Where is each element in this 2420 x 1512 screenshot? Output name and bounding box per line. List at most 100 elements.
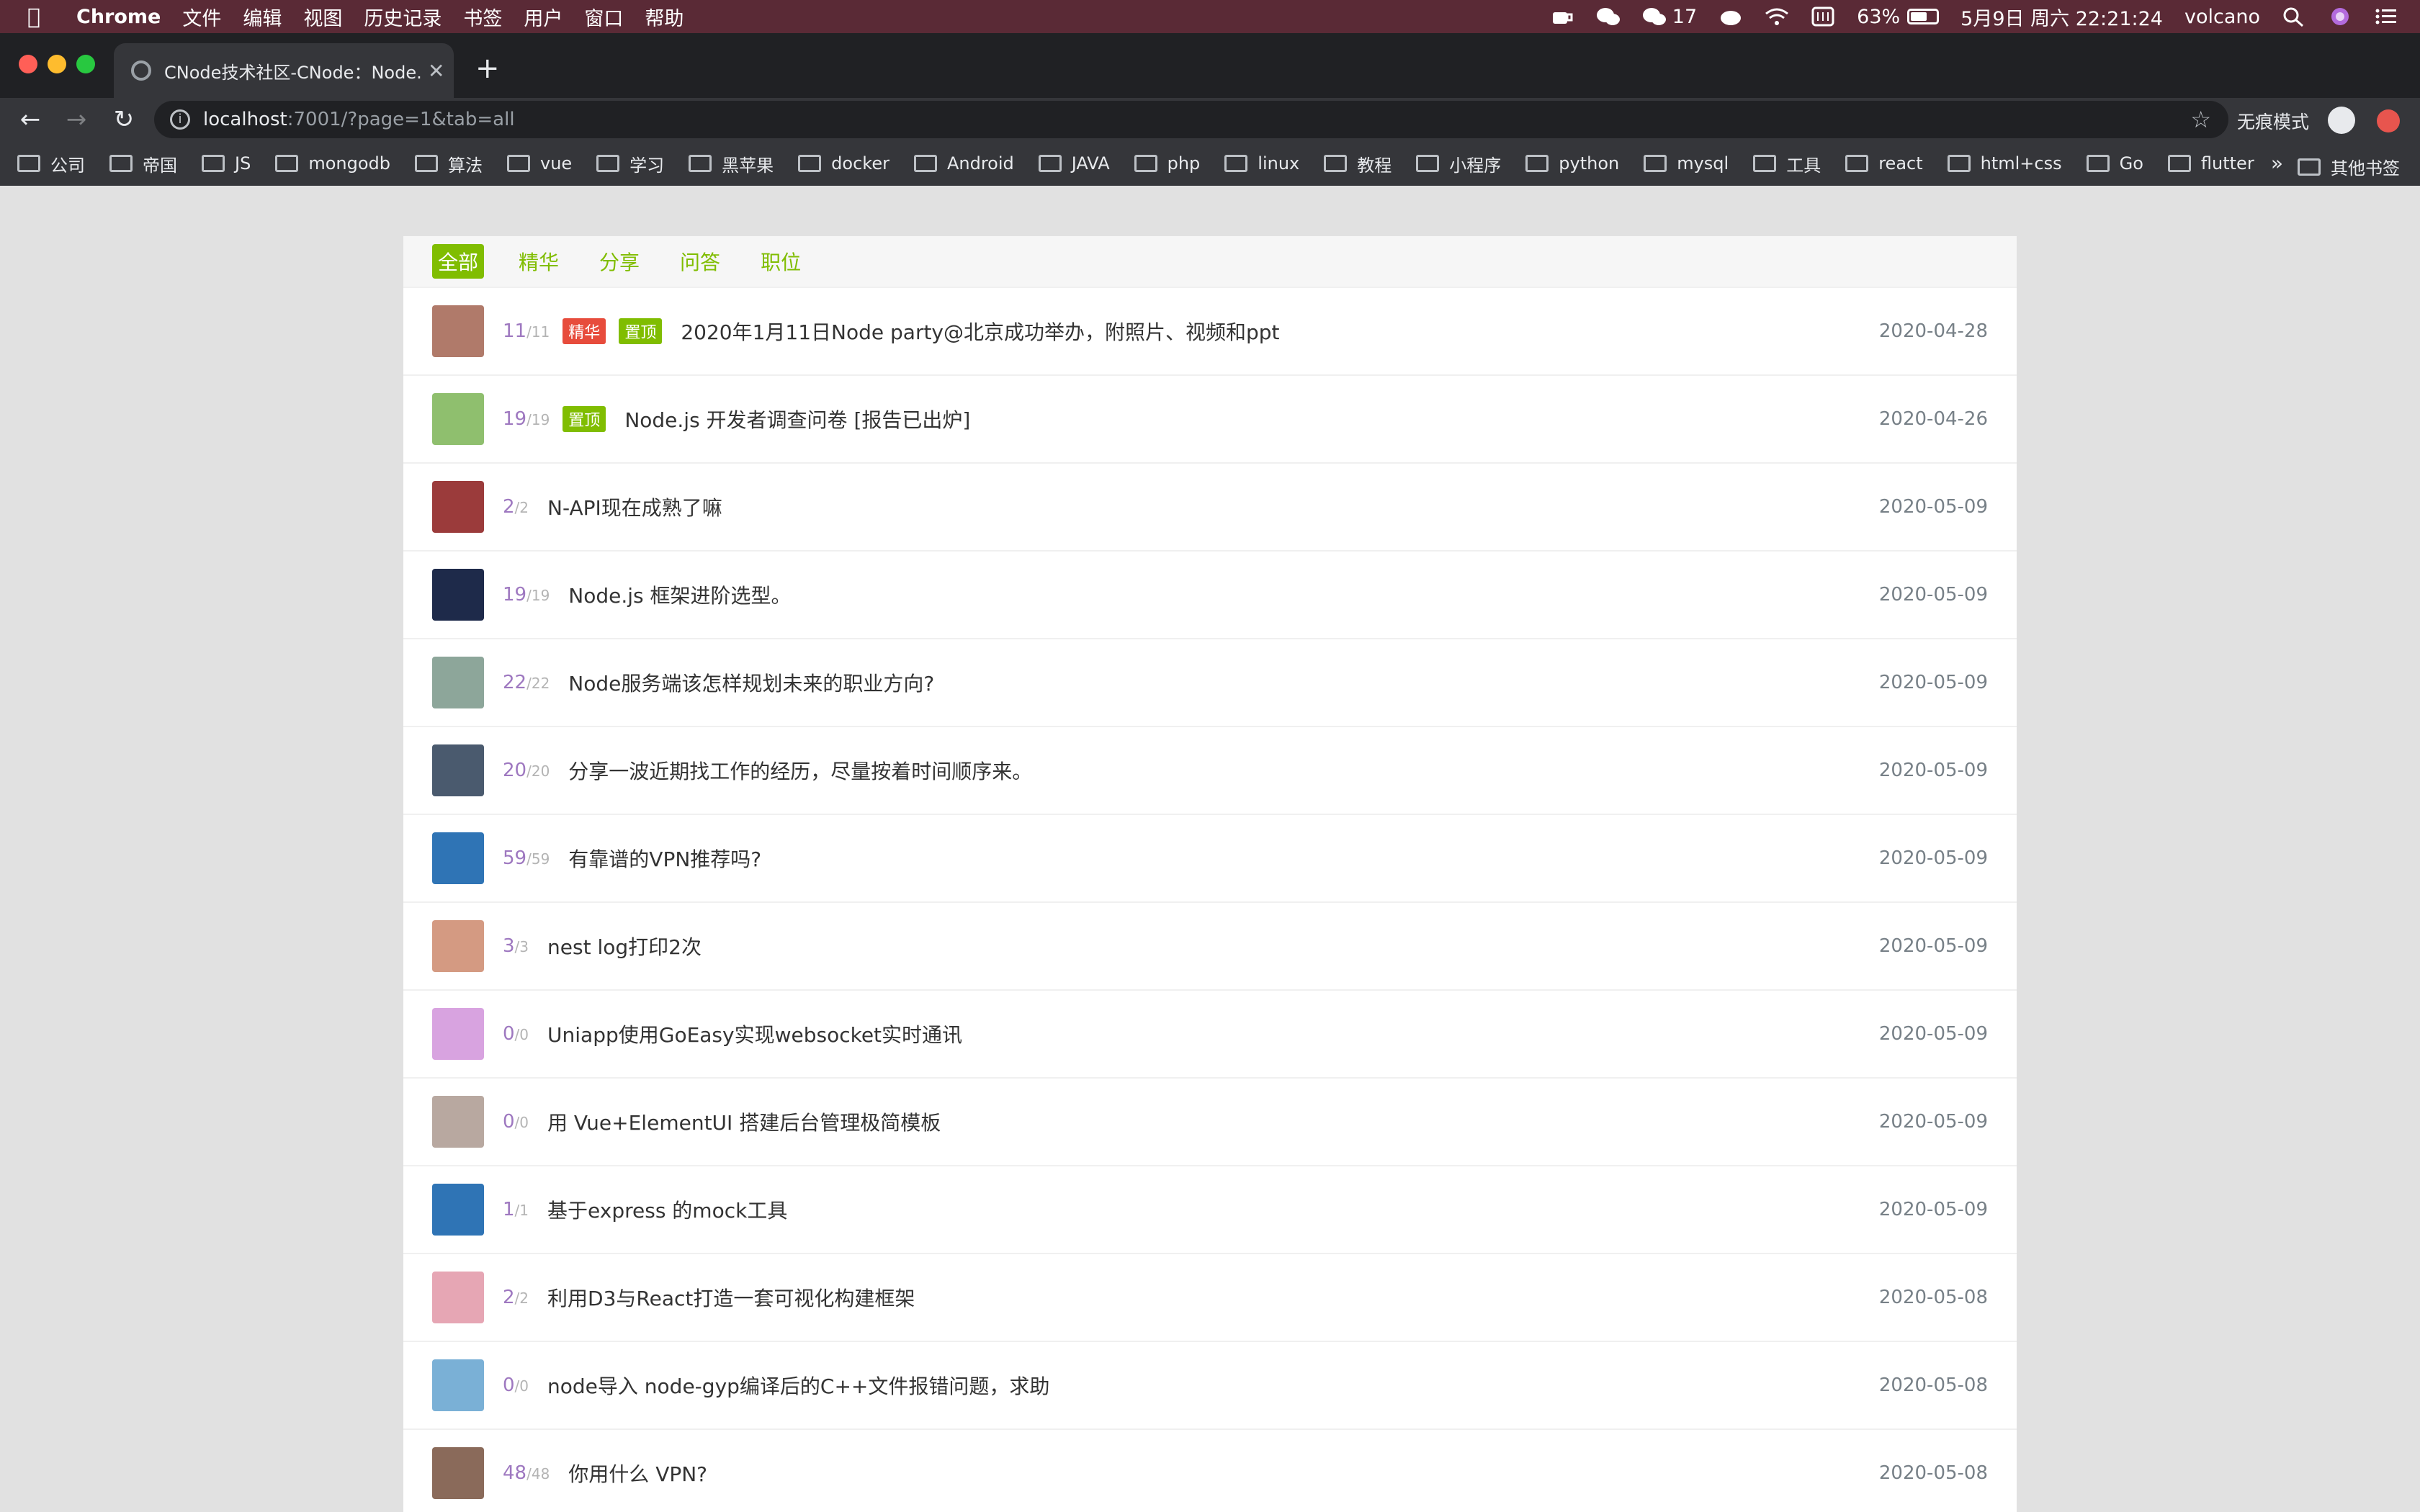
topic-row[interactable]: 20/20 分享一波近期找工作的经历，尽量按着时间顺序来。 2020-05-09 xyxy=(403,726,2017,814)
bookmark-folder[interactable]: mysql xyxy=(1644,153,1729,174)
author-avatar[interactable] xyxy=(432,657,484,708)
window-zoom-button[interactable] xyxy=(76,55,95,73)
topic-title-link[interactable]: nest log打印2次 xyxy=(547,932,702,960)
author-avatar[interactable] xyxy=(432,305,484,357)
bookmark-folder[interactable]: JAVA xyxy=(1038,153,1110,174)
topic-row[interactable]: 3/3 nest log打印2次 2020-05-09 xyxy=(403,901,2017,989)
bookmark-folder[interactable]: flutter xyxy=(2167,153,2254,174)
author-avatar[interactable] xyxy=(432,920,484,972)
bookmark-folder[interactable]: 帝国 xyxy=(109,151,177,176)
author-avatar[interactable] xyxy=(432,1096,484,1148)
tab-ask[interactable]: 问答 xyxy=(674,244,726,279)
author-avatar[interactable] xyxy=(432,1184,484,1236)
topic-title-link[interactable]: Uniapp使用GoEasy实现websocket实时通讯 xyxy=(547,1020,962,1048)
bookmark-folder[interactable]: docker xyxy=(798,153,889,174)
author-avatar[interactable] xyxy=(432,1272,484,1323)
topic-title-link[interactable]: node导入 node-gyp编译后的C++文件报错问题，求助 xyxy=(547,1371,1049,1400)
bookmark-star-icon[interactable]: ☆ xyxy=(2190,106,2211,133)
author-avatar[interactable] xyxy=(432,744,484,796)
bookmark-folder[interactable]: react xyxy=(1845,153,1923,174)
siri-icon[interactable] xyxy=(2328,6,2352,27)
bookmark-folder[interactable]: 黑苹果 xyxy=(689,151,774,176)
bookmark-folder[interactable]: php xyxy=(1134,153,1200,174)
coffee-icon[interactable] xyxy=(1550,6,1574,27)
bookmark-folder[interactable]: 算法 xyxy=(414,151,483,176)
bookmark-folder[interactable]: JS xyxy=(202,153,251,174)
site-info-icon[interactable]: i xyxy=(170,109,190,130)
topic-row[interactable]: 1/1 基于express 的mock工具 2020-05-09 xyxy=(403,1165,2017,1253)
window-close-button[interactable] xyxy=(19,55,37,73)
incognito-label[interactable]: 无痕模式 xyxy=(2237,108,2309,134)
topic-title-link[interactable]: Node.js 框架进阶选型。 xyxy=(568,580,791,609)
topic-title-link[interactable]: 你用什么 VPN? xyxy=(568,1459,707,1488)
wechat-work-icon[interactable] xyxy=(1642,6,1667,27)
topic-row[interactable]: 59/59 有靠谱的VPN推荐吗? 2020-05-09 xyxy=(403,814,2017,901)
bookmark-folder[interactable]: python xyxy=(1525,153,1619,174)
bookmark-folder[interactable]: 工具 xyxy=(1753,151,1821,176)
topic-row[interactable]: 2/2 N-API现在成熟了嘛 2020-05-09 xyxy=(403,462,2017,550)
bookmark-folder[interactable]: mongodb xyxy=(275,153,390,174)
reload-icon[interactable]: ↻ xyxy=(109,105,138,134)
author-avatar[interactable] xyxy=(432,481,484,533)
battery-icon[interactable] xyxy=(1907,9,1940,24)
apple-icon[interactable]:  xyxy=(27,4,56,30)
topic-title-link[interactable]: 用 Vue+ElementUI 搭建后台管理极简模板 xyxy=(547,1107,941,1136)
window-minimize-button[interactable] xyxy=(48,55,66,73)
menu-file[interactable]: 文件 xyxy=(182,3,221,31)
bookmark-folder[interactable]: linux xyxy=(1224,153,1299,174)
topic-row[interactable]: 0/0 用 Vue+ElementUI 搭建后台管理极简模板 2020-05-09 xyxy=(403,1077,2017,1165)
topic-row[interactable]: 2/2 利用D3与React打造一套可视化构建框架 2020-05-08 xyxy=(403,1253,2017,1341)
bookmark-folder[interactable]: html+css xyxy=(1947,153,2062,174)
topic-title-link[interactable]: 分享一波近期找工作的经历，尽量按着时间顺序来。 xyxy=(568,756,1032,785)
menu-history[interactable]: 历史记录 xyxy=(364,3,442,31)
menu-bookmarks[interactable]: 书签 xyxy=(463,3,502,31)
topic-row[interactable]: 0/0 node导入 node-gyp编译后的C++文件报错问题，求助 2020-0… xyxy=(403,1341,2017,1428)
author-avatar[interactable] xyxy=(432,1447,484,1499)
menu-people[interactable]: 用户 xyxy=(524,3,563,31)
extension-icon[interactable] xyxy=(2377,109,2400,132)
bookmark-folder[interactable]: Android xyxy=(913,153,1014,174)
bookmark-folder[interactable]: 小程序 xyxy=(1416,151,1501,176)
bookmark-folder[interactable]: vue xyxy=(506,153,572,174)
topic-title-link[interactable]: N-API现在成熟了嘛 xyxy=(547,492,722,521)
tab-close-icon[interactable]: ✕ xyxy=(428,59,444,83)
tab-share[interactable]: 分享 xyxy=(593,244,645,279)
topic-row[interactable]: 0/0 Uniapp使用GoEasy实现websocket实时通讯 2020-05-… xyxy=(403,989,2017,1077)
topic-title-link[interactable]: 有靠谱的VPN推荐吗? xyxy=(568,844,761,873)
tab-job[interactable]: 职位 xyxy=(755,244,807,279)
author-avatar[interactable] xyxy=(432,393,484,445)
topic-title-link[interactable]: 2020年1月11日Node party@北京成功举办，附照片、视频和ppt xyxy=(681,317,1279,346)
address-url[interactable]: localhost:7001/?page=1&tab=all xyxy=(203,109,515,130)
back-arrow-icon[interactable]: ← xyxy=(16,105,45,134)
bookmark-folder[interactable]: Go xyxy=(2086,153,2143,174)
author-avatar[interactable] xyxy=(432,1359,484,1411)
address-bar[interactable]: i localhost:7001/?page=1&tab=all ☆ xyxy=(154,101,2228,138)
bookmark-folder[interactable]: 学习 xyxy=(596,151,664,176)
notification-center-icon[interactable] xyxy=(2374,6,2398,27)
wechat-icon[interactable] xyxy=(1596,6,1621,27)
menu-app-name[interactable]: Chrome xyxy=(76,6,161,28)
qq-icon[interactable] xyxy=(1718,6,1743,27)
input-method-icon[interactable] xyxy=(1811,6,1835,27)
topic-title-link[interactable]: 利用D3与React打造一套可视化构建框架 xyxy=(547,1283,915,1312)
menu-help[interactable]: 帮助 xyxy=(645,3,684,31)
topic-title-link[interactable]: Node.js 开发者调查问卷 [报告已出炉] xyxy=(624,405,970,433)
topic-row[interactable]: 19/19 Node.js 框架进阶选型。 2020-05-09 xyxy=(403,550,2017,638)
wifi-icon[interactable] xyxy=(1765,6,1789,27)
author-avatar[interactable] xyxy=(432,832,484,884)
menubar-datetime[interactable]: 5月9日 周六 22:21:24 xyxy=(1960,3,2163,31)
bookmarks-more-button[interactable]: » xyxy=(2271,151,2283,175)
incognito-icon[interactable] xyxy=(2328,107,2355,134)
tab-all[interactable]: 全部 xyxy=(432,244,485,279)
author-avatar[interactable] xyxy=(432,569,484,621)
forward-arrow-icon[interactable]: → xyxy=(62,105,91,134)
menubar-username[interactable]: volcano xyxy=(2184,6,2260,28)
topic-title-link[interactable]: 基于express 的mock工具 xyxy=(547,1195,787,1224)
author-avatar[interactable] xyxy=(432,1008,484,1060)
bookmark-folder[interactable]: 公司 xyxy=(17,151,85,176)
new-tab-button[interactable]: + xyxy=(475,52,500,85)
topic-row[interactable]: 11/11 精华 置顶 2020年1月11日Node party@北京成功举办，附照片… xyxy=(403,287,2017,374)
spotlight-search-icon[interactable] xyxy=(2282,6,2306,27)
topic-row[interactable]: 19/19 置顶 Node.js 开发者调查问卷 [报告已出炉] 2020-04-26 xyxy=(403,374,2017,462)
other-bookmarks-folder[interactable]: 其他书签 xyxy=(2298,154,2400,179)
